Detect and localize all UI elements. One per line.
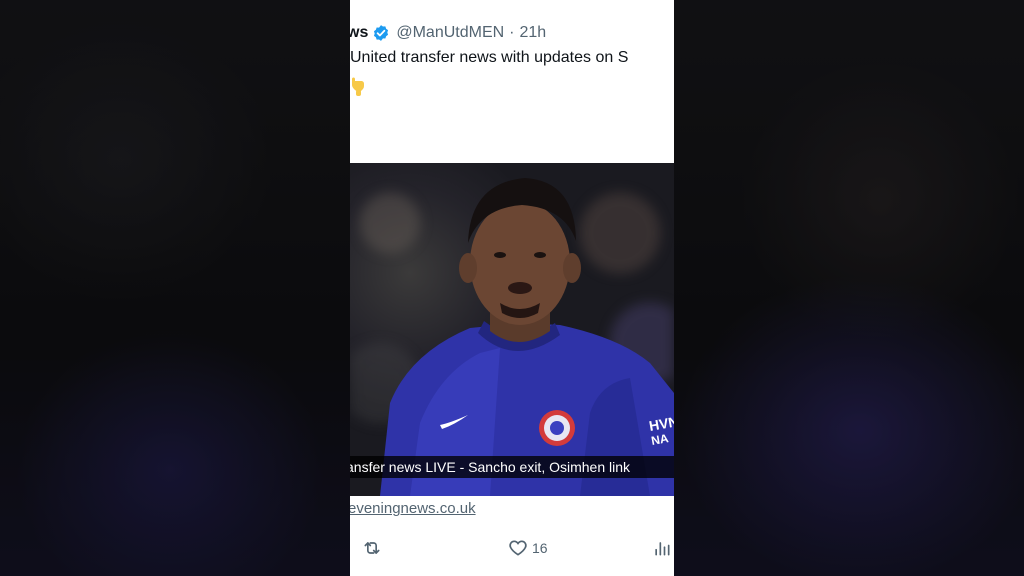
tweet-text: United transfer news with updates on S: [350, 49, 629, 66]
tweet-timestamp[interactable]: 21h: [520, 24, 547, 42]
like-count: 16: [532, 540, 548, 556]
tweet-actions: 16: [350, 535, 674, 561]
tweet-media[interactable]: HVNT NA ansfer news LIVE - Sancho exit, …: [350, 163, 674, 496]
tweet-card[interactable]: ws @ManUtdMEN · 21h United transfer news…: [350, 0, 674, 576]
player-image: HVNT NA: [380, 178, 674, 496]
retweet-icon: [364, 542, 380, 554]
media-caption-bar: ansfer news LIVE - Sancho exit, Osimhen …: [350, 456, 674, 478]
heart-icon: [509, 540, 527, 556]
video-frame: ws @ManUtdMEN · 21h United transfer news…: [0, 0, 1024, 576]
views-button[interactable]: [652, 535, 672, 561]
like-button[interactable]: 16: [508, 535, 548, 561]
bar-chart-icon: [655, 542, 670, 556]
separator-dot: ·: [509, 24, 515, 41]
verified-badge-icon: [374, 25, 389, 41]
retweet-button[interactable]: [362, 535, 382, 561]
media-caption: ansfer news LIVE - Sancho exit, Osimhen …: [350, 459, 631, 475]
author-handle[interactable]: @ManUtdMEN: [396, 24, 504, 42]
link-domain[interactable]: eveningnews.co.uk: [350, 500, 476, 517]
tweet-header: ws @ManUtdMEN · 21h: [350, 20, 674, 46]
point-down-emoji-icon: [352, 77, 364, 96]
author-name[interactable]: ws: [350, 24, 368, 42]
